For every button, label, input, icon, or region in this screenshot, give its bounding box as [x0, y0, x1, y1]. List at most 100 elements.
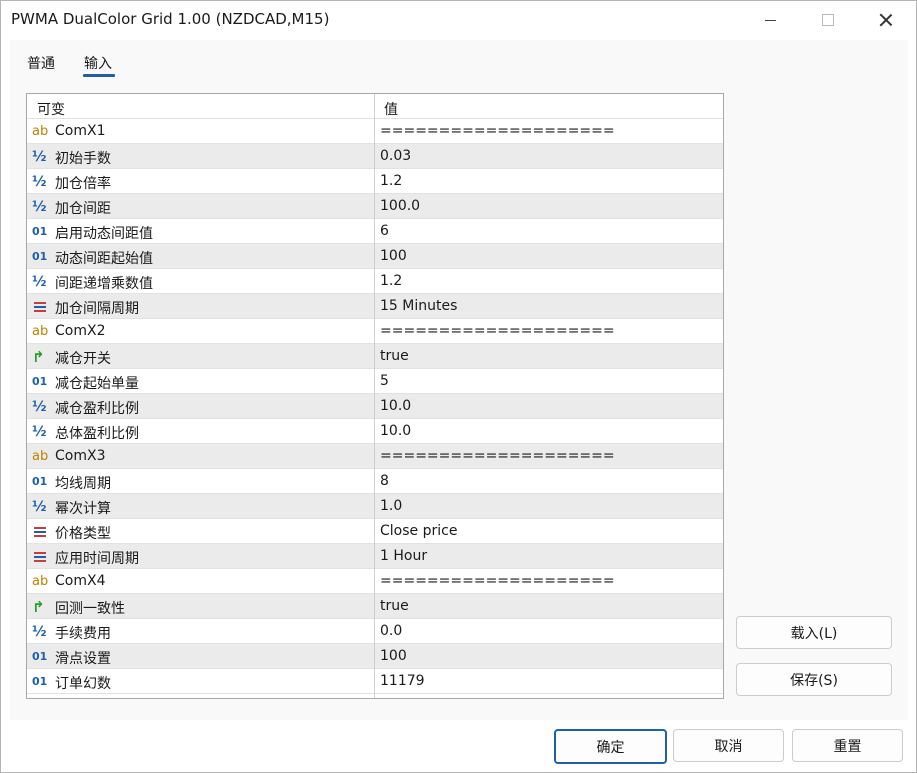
- parameter-name: 减仓开关: [55, 351, 111, 367]
- window-title: PWMA DualColor Grid 1.00 (NZDCAD,M15): [11, 10, 330, 28]
- parameter-value[interactable]: 100: [380, 248, 407, 264]
- parameter-name: ComX3: [55, 448, 106, 464]
- table-row[interactable]: 01 减仓起始单量 5: [27, 369, 723, 394]
- parameter-name: 加仓倍率: [55, 176, 111, 192]
- table-row[interactable]: ½ 幂次计算 1.0: [27, 494, 723, 519]
- maximize-icon: [822, 14, 834, 26]
- cancel-button[interactable]: 取消: [673, 729, 784, 762]
- parameter-value[interactable]: ====================: [380, 448, 615, 464]
- inputs-table: 可变 值 ab ComX1 ==================== ½ 初始手数 0.0…: [26, 93, 724, 699]
- integer-type-icon: 01: [32, 675, 48, 688]
- parameter-value[interactable]: 1.0: [380, 498, 402, 514]
- enum-type-icon: [32, 524, 50, 540]
- ok-button[interactable]: 确定: [554, 729, 667, 764]
- table-row[interactable]: ↱ 减仓开关 true: [27, 344, 723, 369]
- parameter-name: ComX2: [55, 323, 106, 339]
- table-row[interactable]: 01 滑点设置 100: [27, 644, 723, 669]
- parameter-value[interactable]: true: [380, 348, 409, 364]
- parameter-value[interactable]: 100: [380, 648, 407, 664]
- table-row[interactable]: ½ 总体盈利比例 10.0: [27, 419, 723, 444]
- table-row[interactable]: ½ 间距递增乘数值 1.2: [27, 269, 723, 294]
- close-icon: [879, 13, 893, 27]
- parameter-value[interactable]: ====================: [380, 323, 615, 339]
- bool-type-icon: ↱: [32, 598, 45, 616]
- table-row[interactable]: ½ 加仓间距 100.0: [27, 194, 723, 219]
- parameter-value[interactable]: 100.0: [380, 198, 420, 214]
- integer-type-icon: 01: [32, 375, 48, 388]
- table-row[interactable]: 01 均线周期 8: [27, 469, 723, 494]
- table-row[interactable]: 加仓间隔周期 15 Minutes: [27, 294, 723, 319]
- parameter-name: 手续费用: [55, 626, 111, 642]
- table-row[interactable]: ab ComX2 ====================: [27, 319, 723, 344]
- integer-type-icon: 01: [32, 250, 48, 263]
- dialog-window: PWMA DualColor Grid 1.00 (NZDCAD,M15) 普通…: [0, 0, 917, 773]
- parameter-name: 滑点设置: [55, 651, 111, 667]
- table-row[interactable]: 01 启用动态间距值 6: [27, 219, 723, 244]
- double-type-icon: ½: [32, 149, 47, 165]
- double-type-icon: ½: [32, 174, 47, 190]
- parameter-value[interactable]: 8: [380, 473, 389, 489]
- table-row[interactable]: ↱ 回测一致性 true: [27, 594, 723, 619]
- parameter-value[interactable]: 11179: [380, 673, 425, 689]
- load-button[interactable]: 载入(L): [736, 616, 892, 649]
- tab-common[interactable]: 普通: [27, 53, 55, 73]
- table-row[interactable]: ab ComX3 ====================: [27, 444, 723, 469]
- parameter-name: 加仓间距: [55, 201, 111, 217]
- table-row[interactable]: ½ 手续费用 0.0: [27, 619, 723, 644]
- double-type-icon: ½: [32, 499, 47, 515]
- parameter-value[interactable]: 10.0: [380, 423, 411, 439]
- title-bar[interactable]: PWMA DualColor Grid 1.00 (NZDCAD,M15): [1, 1, 916, 39]
- parameter-value[interactable]: 1 Hour: [380, 548, 427, 564]
- double-type-icon: ½: [32, 424, 47, 440]
- tab-inputs[interactable]: 输入: [84, 53, 112, 73]
- column-header-variable: 可变: [37, 102, 65, 118]
- active-tab-indicator: [83, 74, 115, 77]
- column-separator[interactable]: [374, 94, 375, 698]
- parameter-name: 启用动态间距值: [55, 226, 153, 242]
- save-button[interactable]: 保存(S): [736, 663, 892, 696]
- parameter-value[interactable]: 6: [380, 223, 389, 239]
- integer-type-icon: 01: [32, 225, 48, 238]
- table-row[interactable]: 01 动态间距起始值 100: [27, 244, 723, 269]
- integer-type-icon: 01: [32, 475, 48, 488]
- minimize-button[interactable]: [741, 1, 799, 39]
- parameter-name: 应用时间周期: [55, 551, 139, 567]
- parameter-name: 初始手数: [55, 151, 111, 167]
- parameter-value[interactable]: 15 Minutes: [380, 298, 457, 314]
- parameter-name: ComX1: [55, 123, 106, 139]
- bool-type-icon: ↱: [32, 348, 45, 366]
- table-row[interactable]: ½ 加仓倍率 1.2: [27, 169, 723, 194]
- table-row[interactable]: ½ 初始手数 0.03: [27, 144, 723, 169]
- parameter-value[interactable]: 1.2: [380, 273, 402, 289]
- double-type-icon: ½: [32, 274, 47, 290]
- reset-button[interactable]: 重置: [792, 729, 903, 762]
- table-row[interactable]: ½ 减仓盈利比例 10.0: [27, 394, 723, 419]
- maximize-button[interactable]: [799, 1, 857, 39]
- parameter-name: 间距递增乘数值: [55, 276, 153, 292]
- parameter-value[interactable]: 1.2: [380, 173, 402, 189]
- parameter-value[interactable]: true: [380, 598, 409, 614]
- parameter-value[interactable]: 0.0: [380, 623, 402, 639]
- table-row[interactable]: 应用时间周期 1 Hour: [27, 544, 723, 569]
- string-type-icon: ab: [32, 574, 49, 589]
- table-row[interactable]: 价格类型 Close price: [27, 519, 723, 544]
- minimize-icon: [764, 19, 776, 21]
- parameter-name: 加仓间隔周期: [55, 301, 139, 317]
- table-row[interactable]: 01 订单幻数 11179: [27, 669, 723, 694]
- string-type-icon: ab: [32, 124, 49, 139]
- parameter-value[interactable]: 10.0: [380, 398, 411, 414]
- parameter-value[interactable]: 0.03: [380, 148, 411, 164]
- close-button[interactable]: [857, 1, 915, 39]
- parameter-value[interactable]: Close price: [380, 523, 457, 539]
- double-type-icon: ½: [32, 624, 47, 640]
- enum-type-icon: [32, 299, 50, 315]
- parameter-value[interactable]: 5: [380, 373, 389, 389]
- double-type-icon: ½: [32, 399, 47, 415]
- table-row[interactable]: ab ComX1 ====================: [27, 119, 723, 144]
- parameter-value[interactable]: ====================: [380, 573, 615, 589]
- parameter-name: 回测一致性: [55, 601, 125, 617]
- table-row[interactable]: ab ComX4 ====================: [27, 569, 723, 594]
- parameter-name: 总体盈利比例: [55, 426, 139, 442]
- parameter-name: 动态间距起始值: [55, 251, 153, 267]
- parameter-value[interactable]: ====================: [380, 123, 615, 139]
